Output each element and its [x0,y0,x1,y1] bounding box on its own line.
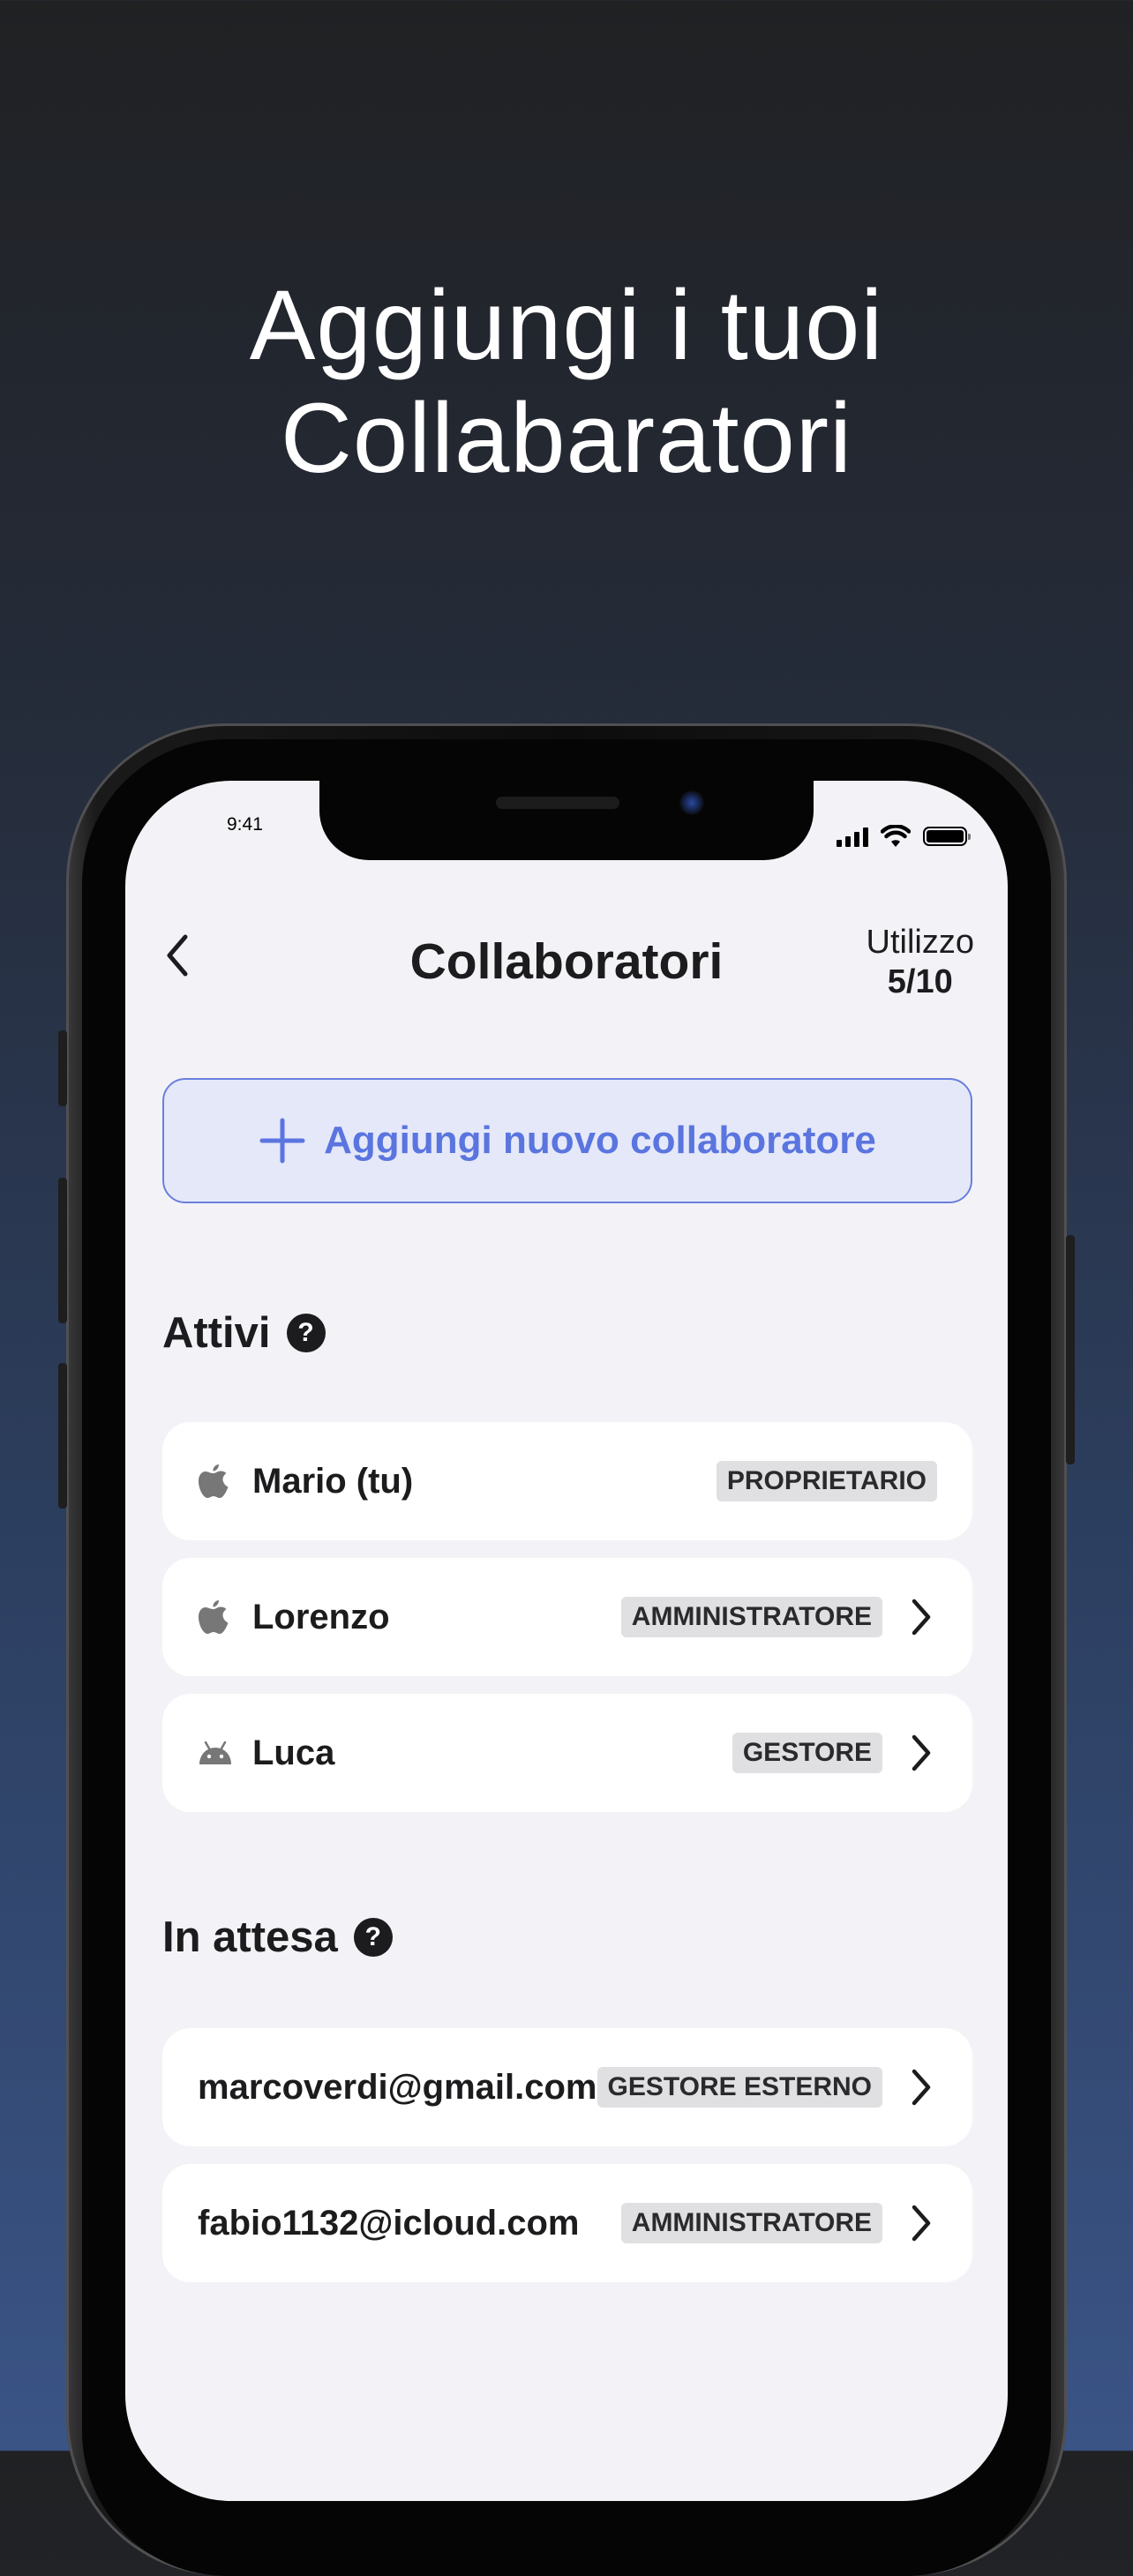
notch [319,781,814,860]
power-button [1066,1235,1075,1464]
collaborator-name: Lorenzo [252,1597,390,1636]
section-pending-title: In attesa [162,1913,338,1961]
phone-screen: 9:41 Collaboratori Utilizzo 5/10 Aggiung… [125,781,1008,2501]
speaker [496,797,619,809]
status-icons [837,825,971,848]
marketing-headline: Aggiungi i tuoi Collabaratori [0,269,1133,495]
role-badge: PROPRIETARIO [716,1461,937,1501]
headline-line-2: Collabaratori [281,383,852,493]
headline-line-1: Aggiungi i tuoi [249,270,884,380]
invite-email: fabio1132@icloud.com [198,2203,580,2243]
collaborator-row[interactable]: Mario (tu) PROPRIETARIO [162,1422,972,1540]
collaborator-name: Mario (tu) [252,1461,414,1501]
help-icon[interactable]: ? [353,1918,393,1957]
pending-invite-row[interactable]: fabio1132@icloud.com AMMINISTRATORE [162,2164,972,2282]
volume-down-button [58,1363,67,1509]
invite-email: marcoverdi@gmail.com [198,2067,597,2107]
usage-label: Utilizzo [866,924,974,961]
section-active-title: Attivi [162,1309,271,1357]
role-badge: GESTORE ESTERNO [597,2067,883,2108]
apple-icon [198,1598,233,1636]
front-camera [679,790,704,815]
add-collaborator-button[interactable]: Aggiungi nuovo collaboratore [162,1078,972,1203]
pending-invite-row[interactable]: marcoverdi@gmail.com GESTORE ESTERNO [162,2028,972,2146]
help-icon[interactable]: ? [286,1314,326,1352]
add-collaborator-label: Aggiungi nuovo collaboratore [324,1119,876,1162]
usage-indicator: Utilizzo 5/10 [867,924,974,1001]
status-time: 9:41 [227,814,263,835]
collaborator-row[interactable]: Luca GESTORE [162,1694,972,1812]
chevron-right-icon [905,1734,937,1772]
mute-switch [58,1030,67,1106]
chevron-right-icon [905,2068,937,2107]
android-icon [198,1734,233,1772]
chevron-right-icon [905,1598,937,1636]
cellular-signal-icon [837,826,868,847]
apple-icon [198,1462,233,1501]
chevron-right-icon [905,2204,937,2243]
role-badge: GESTORE [732,1733,882,1773]
collaborator-row[interactable]: Lorenzo AMMINISTRATORE [162,1558,972,1676]
role-badge: AMMINISTRATORE [620,2203,882,2243]
section-active-heading: Attivi ? [162,1308,326,1358]
volume-up-button [58,1178,67,1323]
usage-value: 5/10 [887,963,953,1000]
section-pending-heading: In attesa ? [162,1913,393,1962]
battery-icon [923,827,971,846]
collaborator-name: Luca [252,1733,335,1772]
plus-icon [259,1118,305,1164]
role-badge: AMMINISTRATORE [620,1597,882,1637]
wifi-icon [881,825,911,847]
